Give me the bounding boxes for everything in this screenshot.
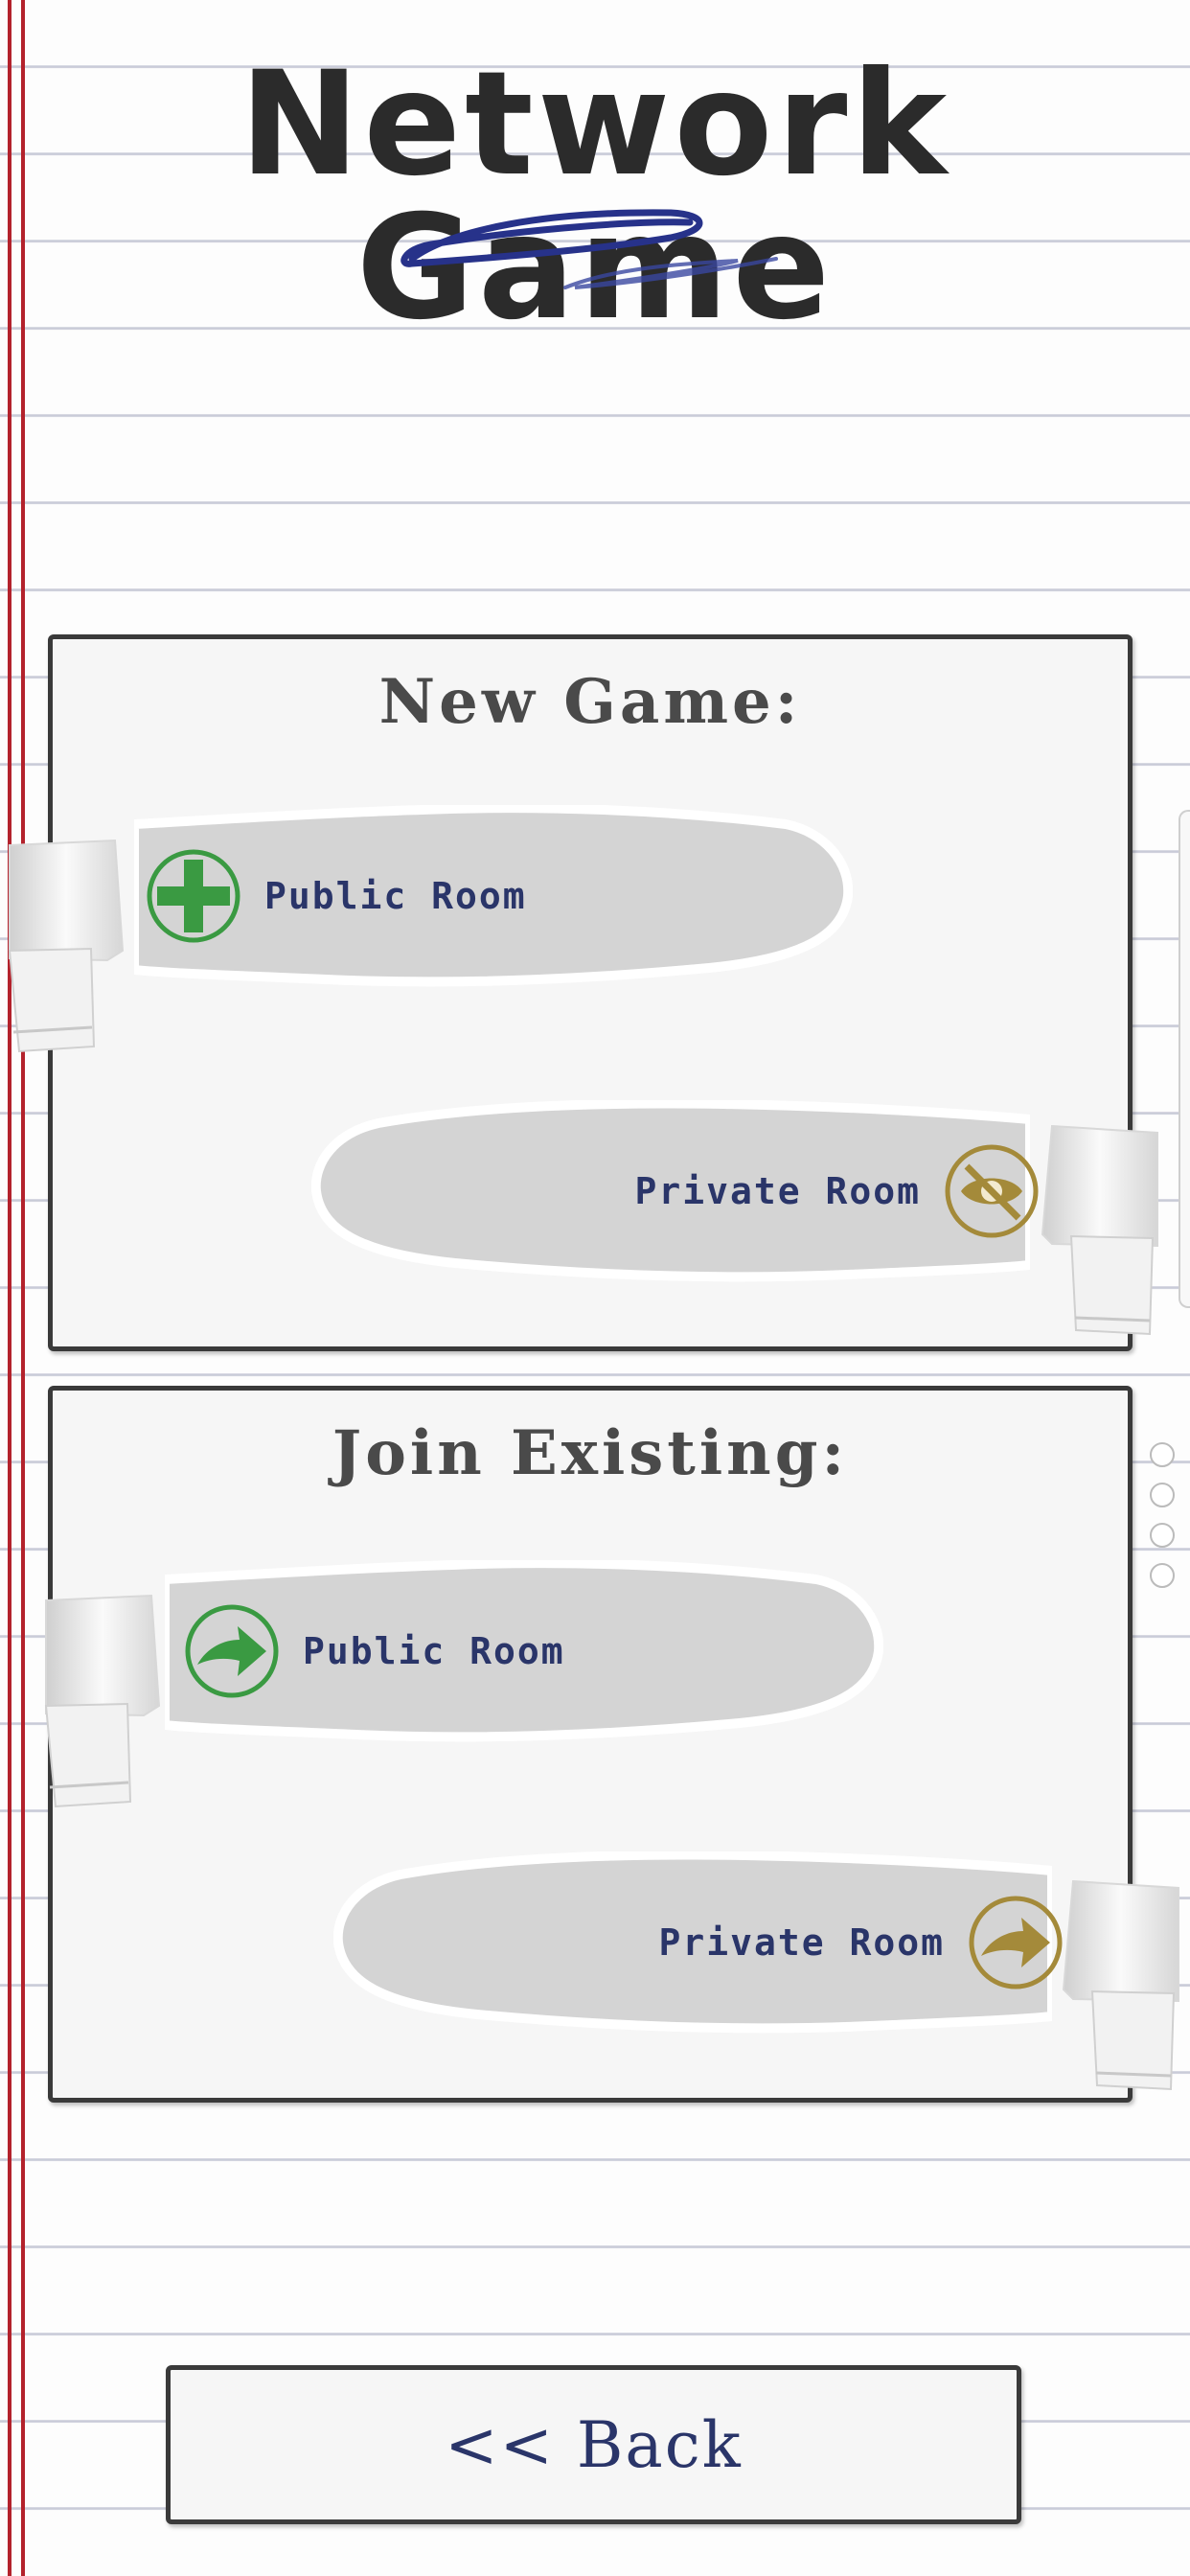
new-public-room-label: Public Room — [264, 875, 527, 917]
join-public-room-button[interactable]: Public Room — [165, 1560, 883, 1742]
paper-curl-decoration — [44, 1594, 161, 1808]
page-dot — [1150, 1483, 1175, 1507]
arrow-right-icon — [969, 1896, 1063, 1990]
margin-line — [8, 0, 11, 2576]
paper-curl-decoration — [8, 839, 125, 1053]
join-private-room-button[interactable]: Private Room — [333, 1852, 1063, 2034]
back-button[interactable]: << Back — [166, 2365, 1021, 2524]
eye-off-icon — [945, 1144, 1039, 1238]
page-dots — [1150, 1442, 1179, 1603]
new-private-room-label: Private Room — [634, 1170, 921, 1212]
paper-curl-decoration — [1062, 1879, 1179, 2091]
paper-curl-decoration — [1041, 1124, 1158, 1336]
page-dot — [1150, 1563, 1175, 1588]
join-public-room-label: Public Room — [303, 1630, 565, 1672]
back-label: << Back — [445, 2407, 743, 2482]
new-public-room-button[interactable]: Public Room — [134, 805, 853, 987]
margin-line — [21, 0, 25, 2576]
arrow-right-icon — [185, 1604, 279, 1698]
plus-icon — [147, 849, 240, 943]
join-private-room-label: Private Room — [658, 1921, 945, 1964]
edge-panel-handle[interactable] — [1179, 810, 1190, 1308]
page-dot — [1150, 1523, 1175, 1548]
page-dot — [1150, 1442, 1175, 1467]
new-private-room-button[interactable]: Private Room — [311, 1100, 1039, 1282]
new-game-heading: New Game: — [378, 666, 802, 738]
join-existing-heading: Join Existing: — [332, 1417, 849, 1489]
title-scribble — [400, 209, 778, 289]
